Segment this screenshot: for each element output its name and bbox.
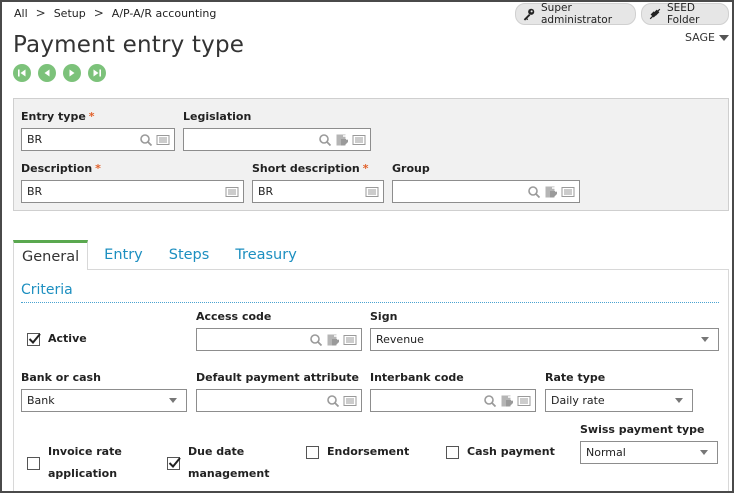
search-icon[interactable]	[309, 333, 323, 347]
invoice-rate-application-label: Invoice rate application	[48, 445, 122, 480]
chevron-down-icon	[701, 337, 709, 342]
rate-type-label: Rate type	[545, 371, 606, 384]
description-label: Description *	[21, 162, 101, 175]
detail-icon[interactable]	[343, 333, 357, 347]
user-button[interactable]: Super administrator	[515, 2, 636, 26]
sign-select[interactable]: Revenue	[370, 328, 719, 351]
page-title: Payment entry type	[13, 32, 245, 58]
criteria-divider	[21, 302, 719, 303]
next-icon	[69, 69, 75, 77]
tab-general[interactable]: General	[13, 240, 89, 270]
sage-label: SAGE	[685, 31, 715, 44]
interbank-code-label: Interbank code	[370, 371, 464, 384]
swiss-payment-type-label: Swiss payment type	[580, 423, 705, 436]
tab-steps[interactable]: Steps	[161, 240, 218, 270]
chevron-down-icon	[675, 398, 683, 403]
tab-treasury[interactable]: Treasury	[227, 240, 304, 270]
chevron-down-icon	[700, 450, 708, 455]
breadcrumb: All > Setup > A/P-A/R accounting	[14, 6, 216, 20]
tunnel-icon[interactable]	[335, 133, 349, 147]
criteria-title: Criteria	[21, 282, 73, 298]
record-navigation	[13, 64, 106, 82]
window: All > Setup > A/P-A/R accounting Super a…	[0, 0, 734, 493]
due-date-management-checkbox[interactable]	[167, 457, 181, 470]
legislation-label: Legislation	[183, 110, 252, 123]
short-description-field[interactable]: BR	[252, 180, 384, 203]
search-icon[interactable]	[483, 394, 497, 408]
tunnel-icon[interactable]	[326, 333, 340, 347]
folder-label: SEED Folder	[667, 2, 700, 26]
detail-icon[interactable]	[365, 185, 379, 199]
tab-entry[interactable]: Entry	[96, 240, 151, 270]
plug-icon	[648, 7, 662, 21]
short-description-label: Short description *	[252, 162, 369, 175]
active-label: Active	[48, 332, 87, 345]
key-icon	[522, 7, 536, 21]
detail-icon[interactable]	[225, 185, 239, 199]
swiss-payment-type-select[interactable]: Normal	[580, 441, 718, 464]
default-payment-attribute-label: Default payment attribute	[196, 371, 360, 384]
caret-down-icon	[719, 34, 729, 41]
description-field[interactable]: BR	[21, 180, 244, 203]
detail-icon[interactable]	[343, 394, 357, 408]
endorsement-checkbox[interactable]	[306, 446, 319, 459]
tunnel-icon[interactable]	[544, 185, 558, 199]
detail-icon[interactable]	[517, 394, 531, 408]
access-code-field[interactable]	[196, 328, 362, 351]
detail-icon[interactable]	[352, 133, 366, 147]
last-record-button[interactable]	[88, 64, 106, 82]
sign-label: Sign	[370, 310, 398, 323]
breadcrumb-item-all[interactable]: All	[14, 7, 28, 20]
bank-or-cash-label: Bank or cash	[21, 371, 101, 384]
group-label: Group	[392, 162, 430, 175]
cash-payment-checkbox[interactable]	[446, 446, 459, 459]
user-label: Super administrator	[541, 2, 613, 26]
search-icon[interactable]	[318, 133, 332, 147]
breadcrumb-item-apar[interactable]: A/P-A/R accounting	[112, 7, 217, 20]
breadcrumb-separator-icon: >	[93, 6, 104, 20]
detail-icon[interactable]	[156, 133, 170, 147]
next-record-button[interactable]	[63, 64, 81, 82]
invoice-rate-application-checkbox[interactable]	[27, 457, 40, 470]
cash-payment-label: Cash payment	[467, 445, 555, 458]
bank-or-cash-select[interactable]: Bank	[21, 389, 187, 412]
group-field[interactable]	[392, 180, 580, 203]
detail-icon[interactable]	[561, 185, 575, 199]
breadcrumb-item-setup[interactable]: Setup	[54, 7, 86, 20]
first-record-button[interactable]	[13, 64, 31, 82]
interbank-code-field[interactable]	[370, 389, 536, 412]
entry-type-label: Entry type *	[21, 110, 95, 123]
previous-record-button[interactable]	[38, 64, 56, 82]
sage-menu[interactable]: SAGE	[685, 31, 729, 44]
endorsement-label: Endorsement	[327, 445, 410, 458]
checkmark-icon	[168, 457, 181, 468]
access-code-label: Access code	[196, 310, 272, 323]
tab-bar: General Entry Steps Treasury	[13, 240, 315, 270]
chevron-down-icon	[169, 398, 177, 403]
entry-type-field[interactable]: BR	[21, 128, 175, 151]
rate-type-select[interactable]: Daily rate	[545, 389, 693, 412]
search-icon[interactable]	[139, 133, 153, 147]
previous-icon	[44, 69, 50, 77]
folder-button[interactable]: SEED Folder	[641, 2, 729, 26]
search-icon[interactable]	[326, 394, 340, 408]
last-icon	[93, 69, 101, 77]
legislation-field[interactable]	[183, 128, 371, 151]
default-payment-attribute-field[interactable]	[196, 389, 362, 412]
due-date-management-label: Due date management	[188, 445, 270, 480]
breadcrumb-separator-icon: >	[35, 6, 46, 20]
search-icon[interactable]	[527, 185, 541, 199]
tunnel-icon[interactable]	[500, 394, 514, 408]
checkmark-icon	[28, 333, 41, 344]
active-checkbox[interactable]	[27, 333, 41, 346]
first-icon	[18, 69, 26, 77]
